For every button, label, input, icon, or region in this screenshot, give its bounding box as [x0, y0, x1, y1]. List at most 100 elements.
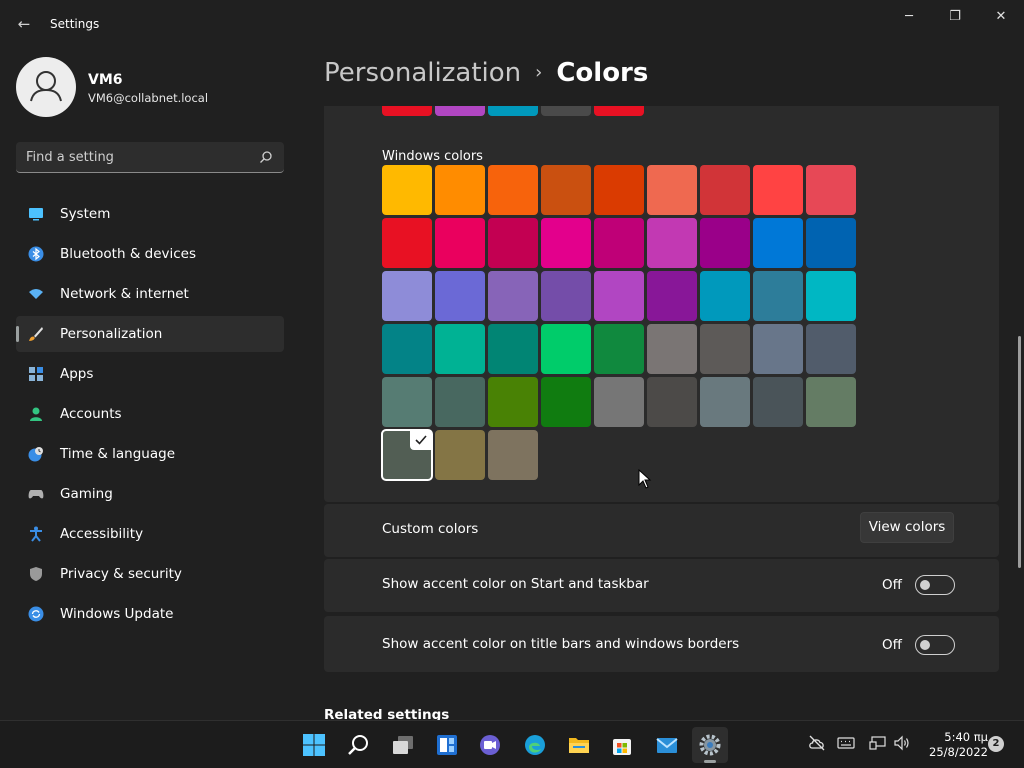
color-swatch[interactable]	[806, 165, 856, 215]
windows-colors-grid	[381, 165, 856, 481]
color-swatch[interactable]	[488, 377, 538, 427]
recent-color-swatch[interactable]	[541, 106, 591, 116]
edge-button[interactable]	[517, 727, 553, 763]
network-icon[interactable]	[869, 734, 887, 752]
color-swatch[interactable]	[594, 324, 644, 374]
sidebar-item-bluetooth[interactable]: Bluetooth & devices	[16, 236, 284, 272]
accent-title-bars-toggle[interactable]	[915, 635, 955, 655]
color-swatch[interactable]	[806, 218, 856, 268]
search-box[interactable]	[16, 142, 284, 173]
start-button[interactable]	[296, 727, 332, 763]
color-swatch[interactable]	[594, 218, 644, 268]
color-swatch[interactable]	[541, 271, 591, 321]
recent-color-swatch[interactable]	[435, 106, 485, 116]
task-view-button[interactable]	[385, 727, 421, 763]
color-swatch[interactable]	[488, 430, 538, 480]
sidebar-item-time-language[interactable]: Time & language	[16, 436, 284, 472]
volume-icon[interactable]	[893, 734, 911, 752]
clock-date[interactable]: 25/8/2022	[922, 745, 988, 759]
cloud-offline-icon[interactable]	[808, 734, 826, 752]
color-swatch[interactable]	[647, 165, 697, 215]
color-swatch[interactable]	[647, 271, 697, 321]
color-swatch[interactable]	[488, 218, 538, 268]
color-swatch[interactable]	[488, 324, 538, 374]
color-swatch[interactable]	[541, 324, 591, 374]
clock-time[interactable]: 5:40 πμ	[930, 730, 988, 744]
notification-badge[interactable]: 2	[988, 736, 1004, 752]
color-swatch[interactable]	[647, 377, 697, 427]
close-button[interactable]: ✕	[978, 6, 1024, 28]
apps-icon	[29, 367, 43, 381]
file-explorer-button[interactable]	[561, 727, 597, 763]
sidebar-item-windows-update[interactable]: Windows Update	[16, 596, 284, 632]
view-colors-button[interactable]: View colors	[860, 512, 954, 543]
color-swatch[interactable]	[435, 271, 485, 321]
color-swatch[interactable]	[753, 377, 803, 427]
recent-color-swatch[interactable]	[488, 106, 538, 116]
scrollbar-thumb[interactable]	[1018, 336, 1021, 568]
color-swatch[interactable]	[753, 165, 803, 215]
sidebar-item-apps[interactable]: Apps	[16, 356, 284, 392]
accent-start-taskbar-toggle[interactable]	[915, 575, 955, 595]
color-swatch[interactable]	[700, 271, 750, 321]
color-swatch[interactable]	[806, 271, 856, 321]
color-swatch[interactable]	[647, 218, 697, 268]
color-swatch[interactable]	[435, 430, 485, 480]
color-swatch[interactable]	[382, 377, 432, 427]
recent-color-swatch[interactable]	[594, 106, 644, 116]
color-swatch[interactable]	[700, 165, 750, 215]
search-icon	[348, 735, 368, 755]
keyboard-icon[interactable]	[837, 734, 855, 752]
sidebar-item-accounts[interactable]: Accounts	[16, 396, 284, 432]
color-swatch[interactable]	[488, 271, 538, 321]
color-swatch[interactable]	[541, 218, 591, 268]
search-input[interactable]	[26, 148, 246, 166]
color-swatch[interactable]	[488, 165, 538, 215]
color-swatch[interactable]	[753, 324, 803, 374]
sidebar-item-accessibility[interactable]: Accessibility	[16, 516, 284, 552]
avatar[interactable]	[16, 57, 76, 117]
widgets-button[interactable]	[429, 727, 465, 763]
sidebar-item-label: Gaming	[60, 486, 113, 502]
color-swatch[interactable]	[753, 271, 803, 321]
color-swatch[interactable]	[382, 324, 432, 374]
recent-color-swatch[interactable]	[382, 106, 432, 116]
person-icon	[30, 71, 62, 102]
search-icon[interactable]	[258, 149, 274, 165]
restore-button[interactable]: ❐	[932, 6, 978, 28]
store-button[interactable]	[604, 727, 640, 763]
color-swatch[interactable]	[594, 271, 644, 321]
color-swatch[interactable]	[806, 324, 856, 374]
color-swatch[interactable]	[647, 324, 697, 374]
sidebar-item-personalization[interactable]: Personalization	[16, 316, 284, 352]
sidebar-item-network[interactable]: Network & internet	[16, 276, 284, 312]
color-swatch[interactable]	[700, 377, 750, 427]
color-swatch-selected[interactable]	[381, 429, 433, 481]
color-swatch[interactable]	[382, 165, 432, 215]
color-swatch[interactable]	[435, 218, 485, 268]
color-swatch[interactable]	[700, 324, 750, 374]
color-swatch[interactable]	[541, 165, 591, 215]
minimize-button[interactable]: ─	[886, 6, 932, 28]
settings-taskbar-button[interactable]	[692, 727, 728, 763]
color-swatch[interactable]	[594, 165, 644, 215]
sidebar-item-gaming[interactable]: Gaming	[16, 476, 284, 512]
back-arrow-icon[interactable]: ←	[14, 14, 34, 34]
color-swatch[interactable]	[382, 271, 432, 321]
chat-button[interactable]	[472, 727, 508, 763]
sidebar-item-system[interactable]: System	[16, 196, 284, 232]
breadcrumb-parent[interactable]: Personalization	[324, 58, 521, 88]
color-swatch[interactable]	[594, 377, 644, 427]
color-swatch[interactable]	[541, 377, 591, 427]
color-swatch[interactable]	[382, 218, 432, 268]
color-swatch[interactable]	[435, 377, 485, 427]
color-swatch[interactable]	[700, 218, 750, 268]
taskbar-search-button[interactable]	[341, 727, 377, 763]
custom-colors-row: Custom colors View colors	[324, 504, 999, 557]
mail-button[interactable]	[649, 727, 685, 763]
sidebar-item-privacy-security[interactable]: Privacy & security	[16, 556, 284, 592]
color-swatch[interactable]	[435, 324, 485, 374]
color-swatch[interactable]	[806, 377, 856, 427]
color-swatch[interactable]	[753, 218, 803, 268]
color-swatch[interactable]	[435, 165, 485, 215]
